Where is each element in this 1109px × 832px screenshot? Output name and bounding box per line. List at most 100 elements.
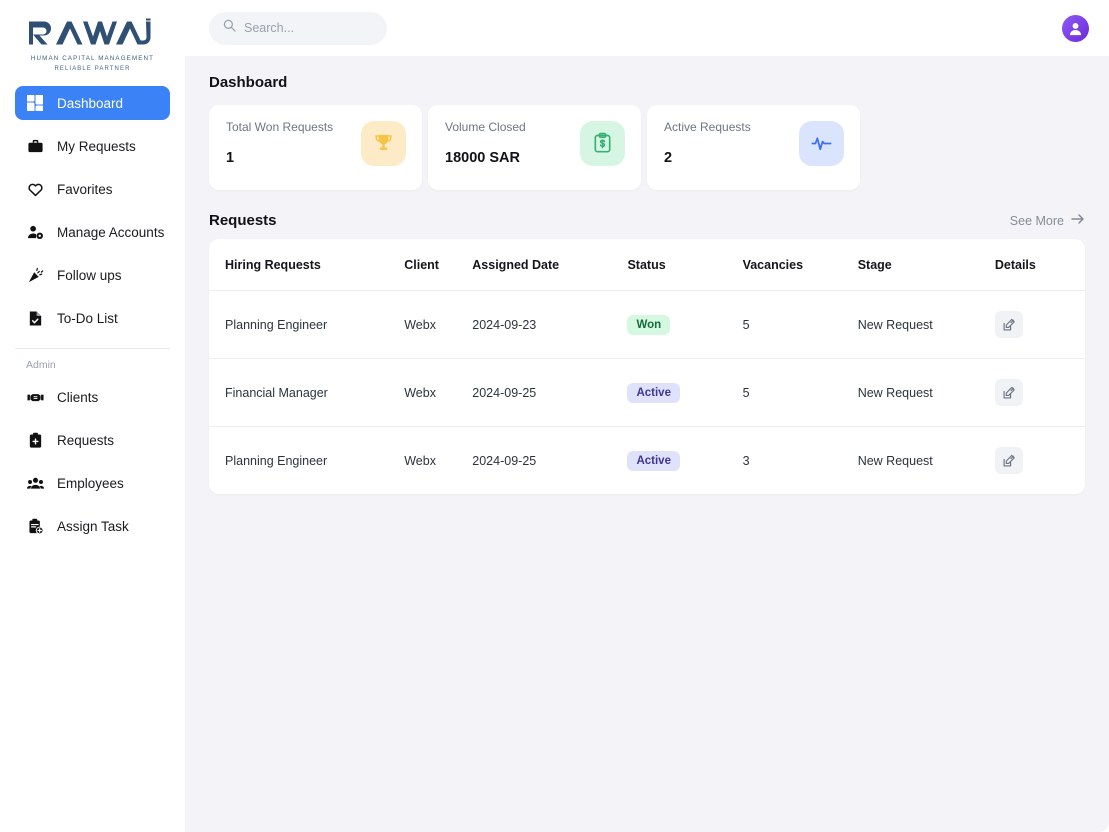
sidebar-item-label: Employees	[57, 475, 124, 491]
sidebar-item-dashboard[interactable]: Dashboard	[15, 86, 170, 120]
stat-value: 18000 SAR	[445, 150, 520, 166]
user-avatar-icon	[1069, 22, 1082, 35]
cell-client: Webx	[404, 453, 436, 468]
clipboard-dollar-icon	[580, 121, 625, 166]
requests-table-head: Hiring Requests Client Assigned Date Sta…	[209, 239, 1085, 291]
table-header-row: Hiring Requests Client Assigned Date Sta…	[209, 239, 1085, 291]
column-header-assigned-date: Assigned Date	[472, 239, 628, 291]
brand-logo[interactable]: HUMAN CAPITAL MANAGEMENT RELIABLE PARTNE…	[0, 10, 185, 86]
search-input[interactable]	[244, 21, 373, 35]
stat-label: Volume Closed	[445, 120, 526, 134]
cell-hiring-request: Planning Engineer	[225, 453, 328, 468]
cell-client: Webx	[404, 290, 473, 359]
avatar[interactable]	[1062, 14, 1089, 42]
admin-nav: Clients Requests Employees Assign Task	[0, 380, 185, 552]
cell-vacancies: 5	[742, 290, 858, 359]
edit-icon	[1003, 386, 1015, 398]
see-more-label: See More	[1009, 213, 1064, 228]
sidebar-item-requests[interactable]: Requests	[15, 423, 170, 457]
sidebar-item-label: Manage Accounts	[57, 224, 165, 240]
cell-details	[994, 358, 1085, 427]
edit-icon	[1003, 318, 1015, 330]
sidebar-item-assign-task[interactable]: Assign Task	[15, 509, 170, 543]
primary-nav: Dashboard My Requests Favorites Manage A…	[0, 86, 185, 344]
dashboard-grid-icon	[26, 94, 44, 112]
sidebar-item-employees[interactable]: Employees	[15, 466, 170, 500]
sidebar-item-todo-list[interactable]: To-Do List	[15, 301, 170, 335]
requests-table-body: Planning Engineer Webx 2024-09-23 Won 5 …	[209, 290, 1085, 495]
document-check-icon	[26, 309, 44, 327]
stat-value: 1	[226, 150, 235, 166]
edit-details-button[interactable]	[994, 379, 1023, 406]
sidebar-item-clients[interactable]: Clients	[15, 380, 170, 414]
trophy-icon	[361, 121, 406, 166]
column-header-vacancies: Vacancies	[742, 239, 858, 291]
column-header-status: Status	[627, 239, 743, 291]
status-badge: Active	[627, 382, 680, 403]
cell-assigned-date: 2024-09-23	[472, 290, 628, 359]
sidebar-item-label: Dashboard	[57, 95, 124, 111]
see-more-button[interactable]: See More	[1010, 213, 1085, 228]
requests-table-card: Hiring Requests Client Assigned Date Sta…	[209, 239, 1085, 494]
stat-label: Active Requests	[664, 120, 751, 134]
sidebar-item-label: Favorites	[57, 181, 113, 197]
table-row[interactable]: Planning Engineer Webx 2024-09-23 Won 5 …	[209, 290, 1085, 359]
content-area: Dashboard Total Won Requests 1 Volume Cl…	[185, 56, 1109, 832]
clipboard-assign-icon	[26, 517, 44, 535]
column-header-details: Details	[994, 239, 1085, 291]
user-settings-icon	[26, 223, 44, 241]
search-icon	[223, 19, 236, 37]
requests-table: Hiring Requests Client Assigned Date Sta…	[209, 239, 1085, 494]
cell-stage: New Request	[857, 290, 995, 359]
stat-value: 2	[664, 150, 673, 166]
cell-vacancies: 3	[742, 453, 750, 468]
cell-stage: New Request	[857, 358, 995, 427]
main-region: Dashboard Total Won Requests 1	[185, 0, 1109, 832]
stat-card-active-requests: Active Requests 2	[647, 105, 860, 190]
sidebar-item-follow-ups[interactable]: Follow ups	[15, 258, 170, 292]
cell-status: Active	[627, 427, 742, 495]
cell-vacancies: 5	[742, 358, 858, 427]
cell-status: Active	[627, 358, 743, 427]
search-box[interactable]	[209, 11, 387, 45]
stat-cards: Total Won Requests 1 Volume Closed 18000…	[209, 105, 1085, 190]
sidebar: HUMAN CAPITAL MANAGEMENT RELIABLE PARTNE…	[0, 0, 185, 832]
app-window: HUMAN CAPITAL MANAGEMENT RELIABLE PARTNE…	[0, 0, 1109, 832]
heart-icon	[26, 180, 44, 198]
table-row[interactable]: Planning Engineer Webx 2024-09-25 Active…	[209, 427, 1085, 495]
sidebar-item-my-requests[interactable]: My Requests	[15, 129, 170, 163]
briefcase-icon	[26, 137, 44, 155]
cell-assigned-date: 2024-09-25	[472, 358, 628, 427]
table-row[interactable]: Financial Manager Webx 2024-09-25 Active…	[209, 358, 1085, 427]
cell-client: Webx	[404, 358, 473, 427]
brand-tagline-1: HUMAN CAPITAL MANAGEMENT	[30, 55, 155, 62]
stat-card-total-won-requests: Total Won Requests 1	[209, 105, 422, 190]
topbar	[185, 0, 1109, 56]
requests-section-header: Requests See More	[209, 212, 1085, 229]
stat-label: Total Won Requests	[226, 120, 334, 134]
sidebar-item-manage-accounts[interactable]: Manage Accounts	[15, 215, 170, 249]
rawaj-logo-icon	[28, 18, 150, 45]
stat-card-volume-closed: Volume Closed 18000 SAR	[428, 105, 641, 190]
sidebar-item-label: Assign Task	[57, 518, 129, 534]
status-badge: Active	[627, 450, 680, 471]
column-header-client: Client	[404, 239, 473, 291]
sidebar-section-admin-label: Admin	[26, 359, 56, 371]
sidebar-item-label: Clients	[57, 389, 99, 405]
users-group-icon	[26, 474, 44, 492]
edit-details-button[interactable]	[994, 447, 1023, 474]
sidebar-item-label: My Requests	[57, 138, 136, 154]
requests-title: Requests	[209, 212, 277, 229]
status-badge: Won	[627, 314, 671, 335]
activity-pulse-icon	[799, 121, 844, 166]
edit-details-button[interactable]	[994, 311, 1023, 338]
edit-icon	[1003, 454, 1015, 466]
clipboard-plus-icon	[26, 431, 44, 449]
column-header-hiring-requests: Hiring Requests	[209, 239, 405, 291]
handshake-icon	[26, 388, 44, 406]
sidebar-item-label: Follow ups	[57, 267, 122, 283]
page-title: Dashboard	[209, 74, 288, 91]
cell-status: Won	[627, 290, 743, 359]
party-popper-icon	[26, 266, 44, 284]
sidebar-item-favorites[interactable]: Favorites	[15, 172, 170, 206]
